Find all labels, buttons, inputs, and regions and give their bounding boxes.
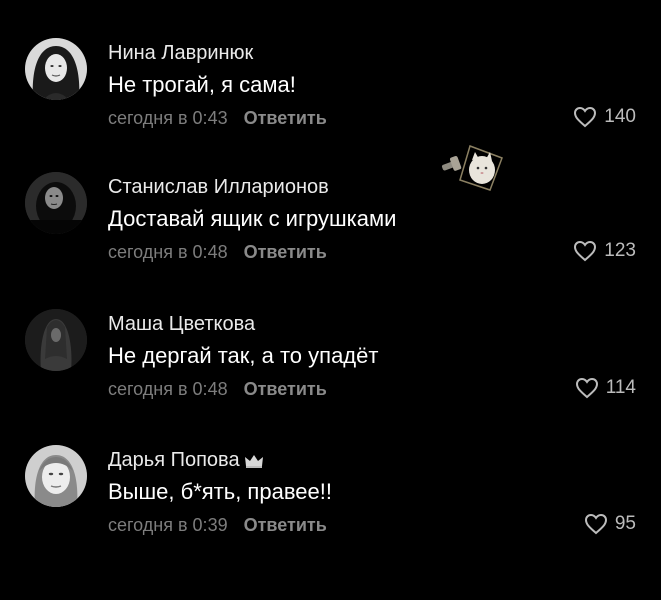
heart-icon [573, 240, 597, 262]
heart-icon [584, 513, 608, 535]
reply-button[interactable]: Ответить [244, 379, 327, 399]
comment-meta: сегодня в 0:48 Ответить [108, 379, 327, 400]
woman-portrait-avatar-icon [25, 38, 87, 100]
comment-meta: сегодня в 0:48 Ответить [108, 242, 327, 263]
woman-face-avatar-icon [25, 445, 87, 507]
comment-text: Не дергай так, а то упадёт [108, 343, 379, 368]
avatar[interactable] [25, 445, 87, 507]
like-count: 114 [605, 377, 636, 398]
author-name[interactable]: Станислав Илларионов [108, 176, 329, 199]
comment-item: Станислав Илларионов Доставай ящик с игр… [0, 172, 661, 292]
author-name[interactable]: Нина Лавринюк [108, 42, 253, 65]
avatar[interactable] [25, 38, 87, 100]
comment-item: Дарья Попова Выше, б*ять, правее!! сегод… [0, 445, 661, 565]
like-button[interactable]: 140 [573, 106, 636, 128]
comment-meta: сегодня в 0:39 Ответить [108, 515, 327, 536]
comment-time: сегодня в 0:43 [108, 108, 228, 128]
comment-time: сегодня в 0:48 [108, 242, 228, 262]
author-name[interactable]: Маша Цветкова [108, 313, 255, 336]
like-count: 140 [604, 106, 636, 127]
like-count: 123 [604, 240, 636, 261]
comment-text: Доставай ящик с игрушками [108, 206, 397, 231]
avatar[interactable] [25, 172, 87, 234]
reply-button[interactable]: Ответить [244, 515, 327, 535]
comment-item: Маша Цветкова Не дергай так, а то упадёт… [0, 309, 661, 429]
comment-time: сегодня в 0:48 [108, 379, 228, 399]
like-button[interactable]: 95 [584, 513, 636, 535]
reply-button[interactable]: Ответить [244, 242, 327, 262]
comment-item: Нина Лавринюк Не трогай, я сама! сегодня… [0, 38, 661, 158]
comment-text: Выше, б*ять, правее!! [108, 479, 332, 504]
heart-icon [575, 377, 599, 399]
heart-icon [573, 106, 597, 128]
comment-meta: сегодня в 0:43 Ответить [108, 108, 327, 129]
crown-icon [244, 453, 264, 469]
like-button[interactable]: 123 [573, 240, 636, 262]
like-count: 95 [614, 513, 636, 534]
long-hair-silhouette-avatar-icon [25, 309, 87, 371]
dark-portrait-avatar-icon [25, 172, 87, 234]
like-button[interactable]: 114 [575, 377, 636, 399]
avatar[interactable] [25, 309, 87, 371]
author-name[interactable]: Дарья Попова [108, 449, 264, 472]
comment-text: Не трогай, я сама! [108, 72, 296, 97]
comment-time: сегодня в 0:39 [108, 515, 228, 535]
reply-button[interactable]: Ответить [244, 108, 327, 128]
